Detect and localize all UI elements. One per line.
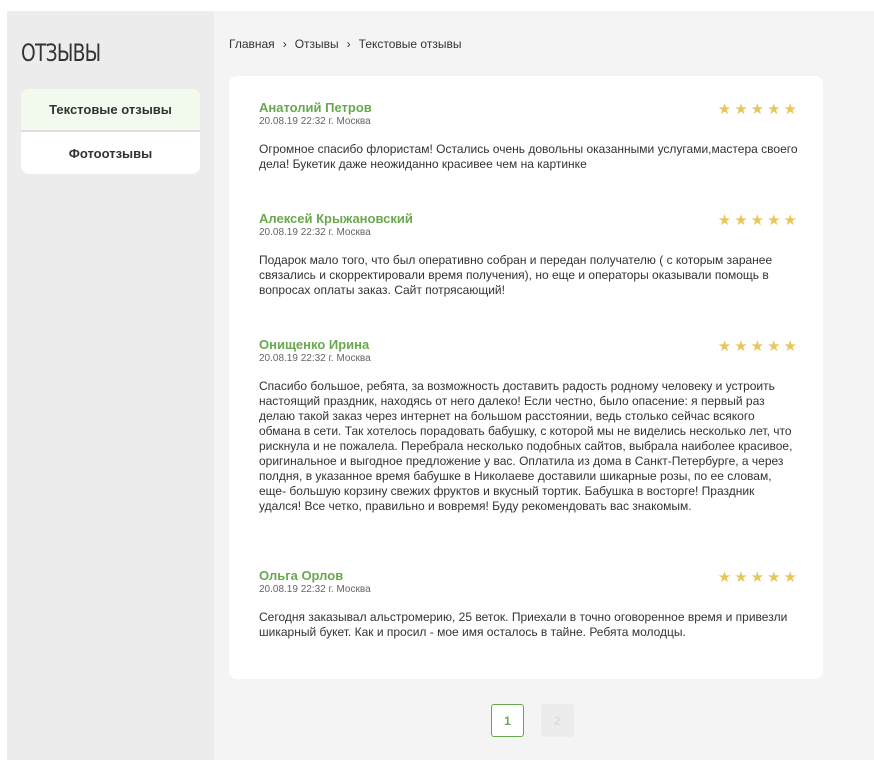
rating-stars-icon: ★★★★★: [717, 212, 800, 229]
breadcrumb-reviews[interactable]: Отзывы: [295, 37, 339, 51]
review-text: Спасибо большое, ребята, за возможность …: [259, 379, 793, 513]
rating-stars-icon: ★★★★★: [717, 101, 800, 118]
chevron-right-icon: ›: [282, 37, 287, 51]
review-text: Огромное спасибо флористам! Остались оче…: [259, 142, 798, 171]
reviews-card: Анатолий Петров 20.08.19 22:32 г. Москва…: [229, 76, 823, 679]
review-text: Подарок мало того, что был оперативно со…: [259, 253, 773, 297]
breadcrumb-current: Текстовые отзывы: [358, 37, 462, 51]
sidebar: ОТЗЫВЫ Текстовые отзывы Фотоотзывы: [7, 11, 214, 760]
breadcrumb: Главная › Отзывы › Текстовые отзывы: [229, 37, 461, 51]
main-content: Главная › Отзывы › Текстовые отзывы Анат…: [214, 11, 874, 760]
chevron-right-icon: ›: [346, 37, 351, 51]
breadcrumb-home[interactable]: Главная: [229, 37, 275, 51]
page-button-current[interactable]: 1: [491, 704, 524, 737]
pagination: 1 2: [491, 704, 574, 737]
page-button-next[interactable]: 2: [541, 704, 574, 737]
review-item: Онищенко Ирина 20.08.19 22:32 г. Москва …: [259, 337, 799, 514]
rating-stars-icon: ★★★★★: [717, 569, 800, 586]
review-item: Анатолий Петров 20.08.19 22:32 г. Москва…: [259, 100, 799, 172]
side-item-photo-reviews[interactable]: Фотоотзывы: [21, 132, 200, 174]
sidebar-title: ОТЗЫВЫ: [21, 39, 101, 67]
side-menu: Текстовые отзывы Фотоотзывы: [21, 89, 200, 174]
review-text: Сегодня заказывал альстромерию, 25 веток…: [259, 610, 788, 639]
review-item: Ольга Орлов 20.08.19 22:32 г. Москва ★★★…: [259, 568, 799, 640]
review-item: Алексей Крыжановский 20.08.19 22:32 г. М…: [259, 211, 799, 298]
top-strip: [0, 0, 874, 11]
side-item-text-reviews[interactable]: Текстовые отзывы: [21, 89, 200, 132]
rating-stars-icon: ★★★★★: [717, 338, 800, 355]
